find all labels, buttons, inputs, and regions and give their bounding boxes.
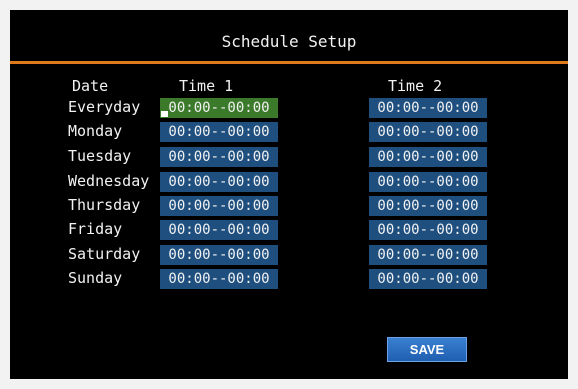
tuesday-time1-field[interactable]: 00:00--00:00 bbox=[160, 147, 278, 167]
time2-column-header: Time 2 bbox=[388, 77, 443, 95]
friday-time2-field[interactable]: 00:00--00:00 bbox=[369, 220, 487, 240]
everyday-time2-field[interactable]: 00:00--00:00 bbox=[369, 98, 487, 118]
saturday-time2-field[interactable]: 00:00--00:00 bbox=[369, 245, 487, 265]
page-title: Schedule Setup bbox=[221, 32, 357, 51]
title-divider bbox=[10, 61, 568, 64]
wednesday-time2-field[interactable]: 00:00--00:00 bbox=[369, 172, 487, 192]
monday-time2-field[interactable]: 00:00--00:00 bbox=[369, 122, 487, 142]
sunday-time2-field[interactable]: 00:00--00:00 bbox=[369, 269, 487, 289]
everyday-time1-value: 00:00--00:00 bbox=[168, 100, 270, 116]
time1-column-header: Time 1 bbox=[179, 77, 234, 95]
thursday-time1-field[interactable]: 00:00--00:00 bbox=[160, 196, 278, 216]
friday-time1-field[interactable]: 00:00--00:00 bbox=[160, 220, 278, 240]
thursday-time2-field[interactable]: 00:00--00:00 bbox=[369, 196, 487, 216]
row-label-monday: Monday bbox=[68, 122, 123, 140]
edit-cursor bbox=[161, 111, 168, 117]
monday-time1-field[interactable]: 00:00--00:00 bbox=[160, 122, 278, 142]
row-label-thursday: Thursday bbox=[68, 196, 141, 214]
wednesday-time1-field[interactable]: 00:00--00:00 bbox=[160, 172, 278, 192]
sunday-time1-field[interactable]: 00:00--00:00 bbox=[160, 269, 278, 289]
row-label-saturday: Saturday bbox=[68, 245, 141, 263]
everyday-time1-field[interactable]: 00:00--00:00 bbox=[160, 98, 278, 118]
date-column-header: Date bbox=[72, 77, 109, 95]
row-label-sunday: Sunday bbox=[68, 269, 123, 287]
row-label-tuesday: Tuesday bbox=[68, 147, 132, 165]
schedule-setup-screen: Schedule Setup Date Time 1 Time 2 Everyd… bbox=[10, 10, 568, 379]
row-label-everyday: Everyday bbox=[68, 98, 141, 116]
saturday-time1-field[interactable]: 00:00--00:00 bbox=[160, 245, 278, 265]
save-button[interactable]: SAVE bbox=[387, 337, 467, 362]
row-label-friday: Friday bbox=[68, 220, 123, 238]
tuesday-time2-field[interactable]: 00:00--00:00 bbox=[369, 147, 487, 167]
row-label-wednesday: Wednesday bbox=[68, 172, 150, 190]
